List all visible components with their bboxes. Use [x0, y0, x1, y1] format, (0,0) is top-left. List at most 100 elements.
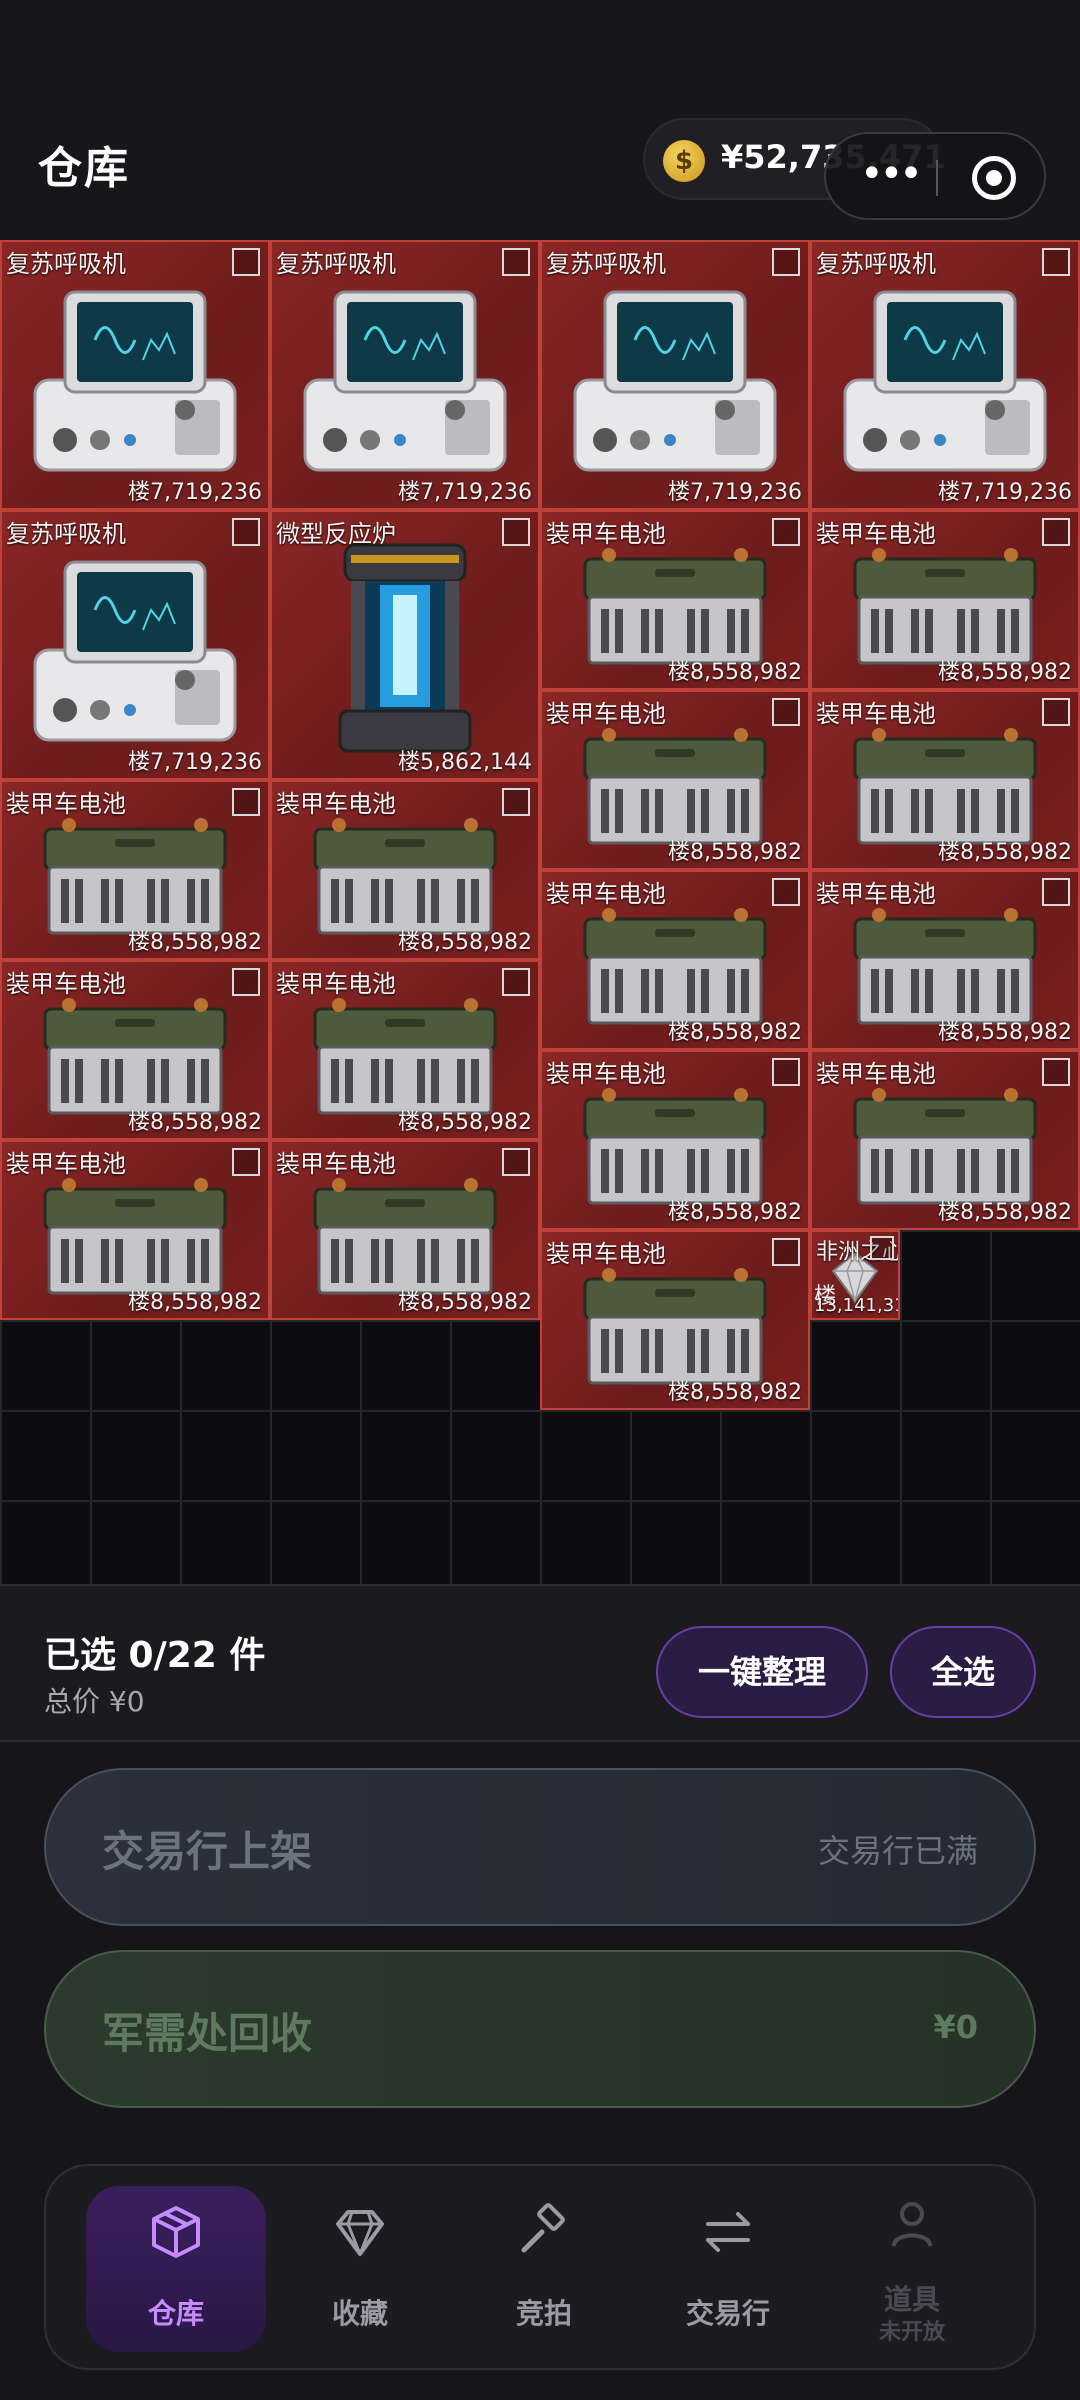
item-name: 装甲车电池 [276, 1150, 396, 1178]
swap-icon [706, 2212, 750, 2252]
ventilator-image [303, 290, 507, 472]
inventory-item[interactable]: 装甲车电池 楼8,558,982 [0, 780, 270, 960]
item-checkbox[interactable] [1042, 1058, 1070, 1086]
box-icon [152, 2206, 200, 2258]
item-checkbox[interactable] [1042, 518, 1070, 546]
item-checkbox[interactable] [1042, 878, 1070, 906]
item-name: 装甲车电池 [546, 1060, 666, 1088]
item-checkbox[interactable] [502, 788, 530, 816]
nav-item-warehouse[interactable]: 仓库 [86, 2166, 266, 2372]
item-checkbox[interactable] [232, 518, 260, 546]
ventilator-image [843, 290, 1047, 472]
item-checkbox[interactable] [502, 968, 530, 996]
item-price: 楼8,558,982 [128, 1110, 262, 1135]
nav-item-favorites[interactable]: 收藏 [270, 2166, 450, 2372]
select-all-button[interactable]: 全选 [890, 1626, 1036, 1718]
nav-item-auction[interactable]: 竞拍 [454, 2166, 634, 2372]
inventory-item[interactable]: 复苏呼吸机 楼7,719,236 [810, 240, 1080, 510]
item-price: 楼8,558,982 [668, 1380, 802, 1405]
nav-item-market[interactable]: 交易行 [638, 2166, 818, 2372]
inventory-item[interactable]: 装甲车电池 楼8,558,982 [810, 510, 1080, 690]
item-checkbox[interactable] [502, 248, 530, 276]
inventory-grid: 复苏呼吸机 楼7,719,236 复苏呼吸机 楼7,719,236 复苏呼吸机 楼7,… [0, 240, 1080, 1584]
item-name: 装甲车电池 [6, 790, 126, 818]
close-target-icon[interactable] [972, 156, 1016, 200]
battery-image [43, 997, 227, 1115]
item-name: 装甲车电池 [816, 1060, 936, 1088]
item-name: 装甲车电池 [6, 1150, 126, 1178]
market-status: 交易行已满 [817, 1832, 978, 1870]
item-checkbox[interactable] [232, 788, 260, 816]
inventory-item[interactable]: 装甲车电池 楼8,558,982 [540, 1050, 810, 1230]
item-checkbox[interactable] [772, 698, 800, 726]
item-price: 楼7,719,236 [398, 480, 532, 505]
item-checkbox[interactable] [502, 518, 530, 546]
inventory-item[interactable]: 装甲车电池楼8,558,982 [0, 960, 270, 1140]
nav-label-market: 交易行 [685, 2297, 770, 2330]
nav-label-props: 道具 [883, 2283, 940, 2316]
inventory-item[interactable]: 装甲车电池楼8,558,982 [810, 690, 1080, 870]
inventory-item[interactable]: 装甲车电池 楼8,558,982 [0, 1140, 270, 1320]
nav-item-props: 道具 未开放 [822, 2166, 1002, 2372]
item-checkbox[interactable] [772, 518, 800, 546]
item-checkbox[interactable] [232, 968, 260, 996]
auto-sort-button[interactable]: 一键整理 [656, 1626, 868, 1718]
nav-label-favorites: 收藏 [331, 2297, 388, 2330]
more-icon[interactable]: ••• [860, 152, 923, 196]
item-name: 装甲车电池 [546, 700, 666, 728]
inventory-item[interactable]: 装甲车电池 楼8,558,982 [270, 1140, 540, 1320]
inventory-item[interactable]: 装甲车电池 楼8,558,982 [810, 870, 1080, 1050]
inventory-item[interactable]: 复苏呼吸机 楼7,719,236 [0, 240, 270, 510]
item-price: 楼8,558,982 [668, 1020, 802, 1045]
inventory-item[interactable]: 复苏呼吸机 楼7,719,236 [0, 510, 270, 780]
item-price: 楼8,558,982 [938, 1020, 1072, 1045]
recycle-value: ¥0 [933, 2008, 978, 2046]
inventory-item[interactable]: 装甲车电池 楼8,558,982 [540, 1230, 810, 1410]
inventory-item[interactable]: 复苏呼吸机 楼7,719,236 [540, 240, 810, 510]
battery-image [853, 907, 1037, 1025]
item-name: 微型反应炉 [276, 520, 396, 548]
item-checkbox[interactable] [772, 1238, 800, 1266]
item-price: 楼7,719,236 [128, 480, 262, 505]
item-name: 装甲车电池 [276, 790, 396, 818]
inventory-item[interactable]: 装甲车电池 楼8,558,982 [270, 780, 540, 960]
inventory-item[interactable]: 微型反应炉 楼5,862,144 [270, 510, 540, 780]
item-checkbox[interactable] [772, 878, 800, 906]
item-price: 楼8,558,982 [668, 840, 802, 865]
inventory-item[interactable]: 装甲车电池 楼8,558,982 [810, 1050, 1080, 1230]
reactor-image [338, 543, 472, 753]
item-checkbox[interactable] [772, 248, 800, 276]
item-name: 复苏呼吸机 [546, 250, 666, 278]
item-checkbox[interactable] [232, 1148, 260, 1176]
selected-count: 已选 0/22 件 [44, 1635, 266, 1676]
item-checkbox[interactable] [870, 1236, 894, 1260]
item-name: 装甲车电池 [816, 700, 936, 728]
inventory-item[interactable]: 复苏呼吸机 楼7,719,236 [270, 240, 540, 510]
item-checkbox[interactable] [232, 248, 260, 276]
item-checkbox[interactable] [502, 1148, 530, 1176]
item-checkbox[interactable] [1042, 248, 1070, 276]
battery-image [583, 1087, 767, 1205]
inventory-item[interactable]: 非洲之心楼13,141,314 [810, 1230, 900, 1320]
item-name: 装甲车电池 [6, 970, 126, 998]
coin-icon: $ [663, 140, 705, 182]
battery-image [853, 727, 1037, 845]
battery-image [313, 1177, 497, 1295]
item-price: 楼8,558,982 [938, 840, 1072, 865]
inventory-item[interactable]: 装甲车电池 楼8,558,982 [540, 510, 810, 690]
item-name: 装甲车电池 [276, 970, 396, 998]
item-price: 楼8,558,982 [668, 660, 802, 685]
item-price: 楼7,719,236 [938, 480, 1072, 505]
battery-image [313, 817, 497, 935]
inventory-item[interactable]: 装甲车电池 楼8,558,982 [270, 960, 540, 1140]
page-title: 仓库 [38, 143, 130, 194]
item-checkbox[interactable] [1042, 698, 1070, 726]
person-icon [892, 2202, 932, 2247]
market-listing-button[interactable]: 交易行上架 交易行已满 [44, 1768, 1036, 1926]
market-listing-label: 交易行上架 [102, 1827, 313, 1876]
recycle-button[interactable]: 军需处回收 ¥0 [44, 1950, 1036, 2108]
item-checkbox[interactable] [772, 1058, 800, 1086]
bottom-nav: 仓库 收藏 竞拍 交易行 道具 未开放 [44, 2164, 1036, 2370]
inventory-item[interactable]: 装甲车电池楼8,558,982 [540, 690, 810, 870]
inventory-item[interactable]: 装甲车电池 楼8,558,982 [540, 870, 810, 1050]
